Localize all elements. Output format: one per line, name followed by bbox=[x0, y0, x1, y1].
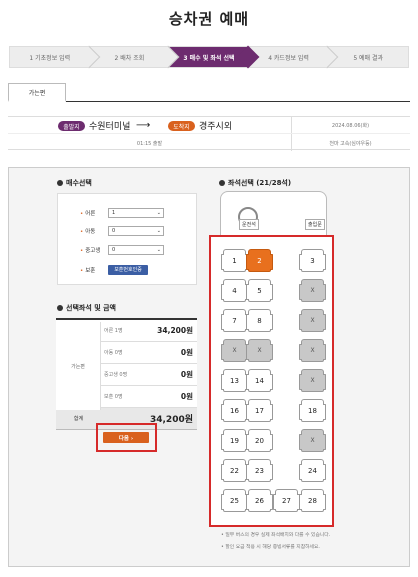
seat-15: X bbox=[299, 369, 326, 392]
step-4: 4 카드정보 입력 bbox=[248, 46, 329, 68]
adult-count-select[interactable]: 1 ⌄ bbox=[108, 207, 164, 218]
notice-1: • 일부 버스의 경우 실제 좌석배치와 다를 수 있습니다. bbox=[221, 533, 331, 538]
step-5: 5 예매 결과 bbox=[328, 46, 409, 68]
page-title: 승차권 예매 bbox=[168, 10, 250, 28]
seat-13[interactable]: 13 bbox=[221, 369, 248, 392]
seat-1[interactable]: 1 bbox=[221, 249, 248, 272]
fare-name-veteran: 보훈 0명 bbox=[104, 394, 123, 400]
notice-2: • 할인 요금 적용 시 해당 증빙서류를 지참하세요. bbox=[221, 545, 320, 550]
seat-4[interactable]: 4 bbox=[221, 279, 248, 302]
seat-23[interactable]: 23 bbox=[246, 459, 273, 482]
seat-12: X bbox=[299, 339, 326, 362]
seat-9: X bbox=[299, 309, 326, 332]
fare-total-label: 합계 bbox=[73, 416, 84, 422]
door-label: 출입문 bbox=[305, 219, 325, 230]
seat-16[interactable]: 16 bbox=[221, 399, 248, 422]
departure-place: 수원터미널 bbox=[89, 122, 131, 132]
step-2: 2 배차 조회 bbox=[89, 46, 170, 68]
step-1: 1 기초정보 입력 bbox=[9, 46, 90, 68]
seat-8[interactable]: 8 bbox=[246, 309, 273, 332]
child-count-value: 0 bbox=[112, 227, 116, 234]
seat-26[interactable]: 26 bbox=[246, 489, 273, 512]
fare-name-child: 아동 0명 bbox=[104, 350, 123, 356]
seat-2[interactable]: 2 bbox=[246, 249, 273, 272]
student-count-select[interactable]: 0 ⌄ bbox=[108, 244, 164, 255]
seat-11: X bbox=[246, 339, 273, 362]
count-label-veteran: 보훈 bbox=[80, 266, 108, 274]
route-hline bbox=[8, 133, 410, 134]
seat-17[interactable]: 17 bbox=[246, 399, 273, 422]
veteran-verify-button[interactable]: 보훈번호인증 bbox=[108, 264, 148, 275]
bullet-icon bbox=[57, 305, 63, 311]
route-date: 2024.08.06(화) bbox=[331, 123, 370, 129]
child-count-select[interactable]: 0 ⌄ bbox=[108, 225, 164, 236]
count-label-student: 중고생 bbox=[80, 246, 108, 254]
departure-time: 01:15 출발 bbox=[136, 141, 163, 147]
arrival-place: 경주시외 bbox=[199, 122, 233, 132]
student-count-value: 0 bbox=[112, 246, 116, 253]
seat-21: X bbox=[299, 429, 326, 452]
fare-category: 가는편 bbox=[56, 322, 101, 410]
seat-3[interactable]: 3 bbox=[299, 249, 326, 272]
seat-section-title-text: 좌석선택 (21/28석) bbox=[228, 179, 292, 187]
fare-section-title-text: 선택좌석 및 금액 bbox=[66, 304, 116, 312]
fare-name-adult: 어른 1명 bbox=[104, 328, 123, 334]
seat-map: 1 2 3 4 5 X 7 8 X X X X 13 14 X 16 17 18 19 20 X 22 23 24 25 26 27… bbox=[209, 235, 334, 527]
tab-divider bbox=[8, 101, 410, 102]
seat-5[interactable]: 5 bbox=[246, 279, 273, 302]
progress-steps: 1 기초정보 입력 2 배차 조회 3 매수 및 좌석 선택 4 카드정보 입력… bbox=[9, 46, 409, 68]
arrival-badge: 도착지 bbox=[168, 121, 195, 131]
departure-badge: 출발지 bbox=[58, 121, 85, 131]
count-label-child: 아동 bbox=[80, 227, 108, 235]
count-section-title: 매수선택 bbox=[57, 178, 92, 188]
fare-amount-student: 0원 bbox=[180, 370, 193, 379]
fare-table: 어른 1명 34,200원 아동 0명 0원 중고생 0명 0원 보훈 0명 0… bbox=[56, 318, 197, 430]
fare-amount-child: 0원 bbox=[180, 348, 193, 357]
count-row-student: 중고생 0⌄ bbox=[80, 244, 164, 255]
count-row-veteran: 보훈 보훈번호인증 bbox=[80, 264, 148, 275]
seat-10: X bbox=[221, 339, 248, 362]
bus-front: 운전석 출입문 bbox=[220, 191, 327, 237]
fare-name-student: 중고생 0명 bbox=[104, 372, 128, 378]
fare-amount-veteran: 0원 bbox=[180, 392, 193, 401]
driver-seat-label: 운전석 bbox=[239, 219, 259, 230]
chevron-down-icon: ⌄ bbox=[156, 246, 161, 253]
adult-count-value: 1 bbox=[112, 209, 116, 216]
seat-22[interactable]: 22 bbox=[221, 459, 248, 482]
seat-28[interactable]: 28 bbox=[299, 489, 326, 512]
fare-section-title: 선택좌석 및 금액 bbox=[57, 303, 116, 313]
chevron-down-icon: ⌄ bbox=[156, 209, 161, 216]
route-info: 출발지 수원터미널 ⟶ 도착지 경주시외 2024.08.06(화) 01:15… bbox=[8, 116, 410, 151]
seat-section-title: 좌석선택 (21/28석) bbox=[219, 178, 291, 188]
count-row-child: 아동 0⌄ bbox=[80, 225, 164, 236]
seat-7[interactable]: 7 bbox=[221, 309, 248, 332]
seat-20[interactable]: 20 bbox=[246, 429, 273, 452]
seat-19[interactable]: 19 bbox=[221, 429, 248, 452]
chevron-down-icon: ⌄ bbox=[156, 227, 161, 234]
seat-6: X bbox=[299, 279, 326, 302]
seat-18[interactable]: 18 bbox=[299, 399, 326, 422]
bus-company: 천마 고속(심야우등) bbox=[329, 141, 372, 147]
route-arrow-icon: ⟶ bbox=[136, 120, 151, 131]
count-label-adult: 어른 bbox=[80, 209, 108, 217]
tab-outbound[interactable]: 가는편 bbox=[8, 83, 66, 102]
count-row-adult: 어른 1⌄ bbox=[80, 207, 164, 218]
seat-24[interactable]: 24 bbox=[299, 459, 326, 482]
seat-14[interactable]: 14 bbox=[246, 369, 273, 392]
count-section-title-text: 매수선택 bbox=[66, 179, 92, 187]
bullet-icon bbox=[219, 180, 225, 186]
fare-amount-adult: 34,200원 bbox=[157, 326, 193, 335]
seat-27[interactable]: 27 bbox=[273, 489, 300, 512]
next-button[interactable]: 다음 › bbox=[103, 432, 149, 443]
bullet-icon bbox=[57, 180, 63, 186]
seat-25[interactable]: 25 bbox=[221, 489, 248, 512]
step-3-active: 3 매수 및 좌석 선택 bbox=[169, 46, 249, 68]
